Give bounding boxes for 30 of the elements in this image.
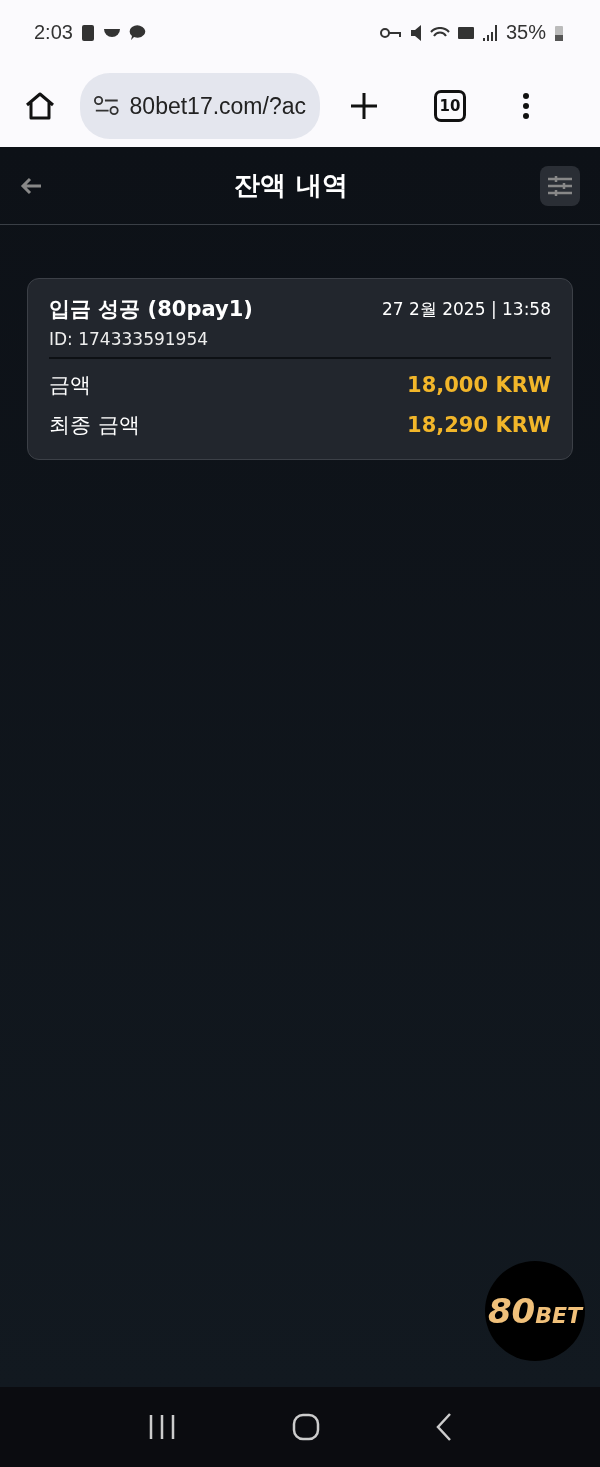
key-icon [379, 26, 402, 39]
wifi-icon [429, 26, 450, 39]
transaction-title: 입금 성공 (80pay1) [49, 296, 253, 323]
home-button-icon[interactable] [292, 1413, 320, 1441]
tab-count-button[interactable]: 10 [434, 90, 466, 122]
amount-label: 최종 금액 [49, 412, 140, 439]
bowl-icon [102, 26, 121, 39]
new-tab-icon[interactable] [350, 92, 378, 120]
filter-button[interactable] [540, 165, 580, 206]
battery-icon [554, 23, 564, 42]
amount-label: 금액 [49, 372, 91, 399]
transaction-id: ID: 174333591954 [49, 329, 210, 349]
battery-percent: 35% [505, 21, 546, 44]
sliders-icon [547, 174, 573, 197]
brand-logo-button[interactable]: 80BET [485, 1261, 585, 1361]
signal-icon [481, 24, 498, 41]
page-title: 잔액 내역 [234, 169, 348, 202]
url-field[interactable]: 80bet17.com/?ac [80, 73, 320, 139]
back-arrow-icon[interactable] [20, 176, 42, 195]
amount-value: 18,000 KRW [407, 373, 551, 397]
mute-icon [409, 23, 422, 42]
status-time: 2:03 [34, 21, 73, 44]
chat-icon [128, 24, 147, 41]
site-settings-icon[interactable] [94, 95, 120, 117]
back-icon[interactable] [436, 1413, 452, 1441]
amount-value: 18,290 KRW [407, 413, 551, 437]
transaction-date: 27 2월 2025 | 13:58 [381, 297, 551, 321]
recent-apps-icon[interactable] [148, 1414, 176, 1440]
more-menu-icon[interactable] [522, 92, 530, 120]
home-icon[interactable] [24, 91, 56, 121]
